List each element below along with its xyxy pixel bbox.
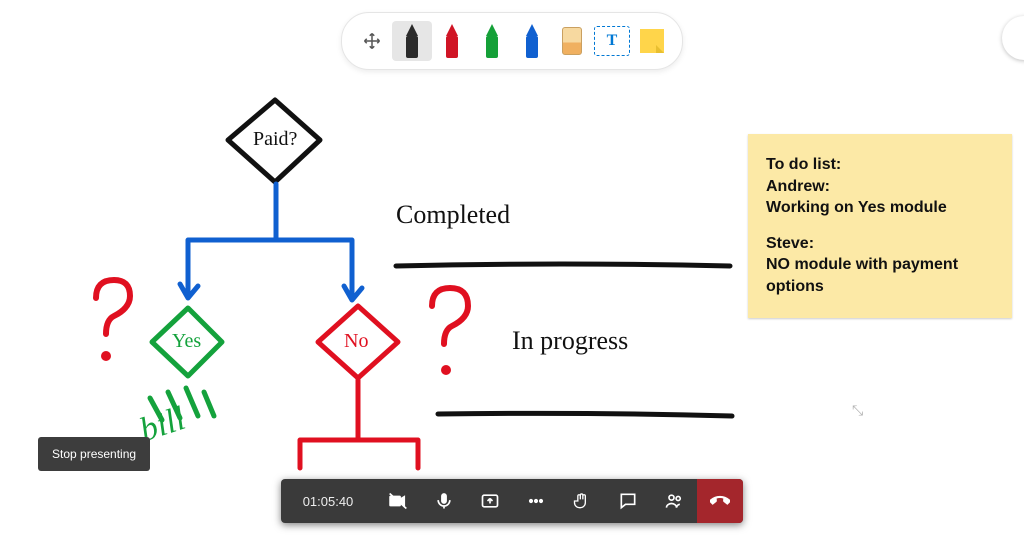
hangup-icon [710,491,730,511]
no-label: No [344,330,368,353]
raise-hand-button[interactable] [559,479,605,523]
participants-button[interactable] [651,479,697,523]
stop-presenting-tooltip: Stop presenting [38,437,150,471]
meeting-duration: 01:05:40 [281,494,375,509]
sticky-line: To do list: [766,154,994,176]
participants-icon [664,491,684,511]
share-screen-icon [480,491,500,511]
camera-button[interactable] [375,479,421,523]
chat-button[interactable] [605,479,651,523]
chat-icon [618,491,638,511]
sticky-line: Andrew: [766,176,994,198]
share-button[interactable] [467,479,513,523]
sticky-note[interactable]: To do list: Andrew: Working on Yes modul… [748,134,1012,318]
hangup-button[interactable] [697,479,743,523]
raise-hand-icon [572,491,592,511]
more-options-button[interactable] [513,479,559,523]
inprogress-label: In progress [512,326,628,356]
resize-handle-icon[interactable]: ⤡ [852,402,863,419]
paid-label: Paid? [253,128,297,151]
camera-off-icon [388,491,408,511]
microphone-icon [434,491,454,511]
microphone-button[interactable] [421,479,467,523]
more-icon [526,491,546,511]
sticky-line: NO module with payment options [766,254,994,297]
meeting-control-bar: 01:05:40 [281,479,743,523]
sticky-line: Working on Yes module [766,197,994,219]
sticky-line: Steve: [766,233,994,255]
completed-label: Completed [396,200,510,230]
yes-label: Yes [172,330,201,353]
